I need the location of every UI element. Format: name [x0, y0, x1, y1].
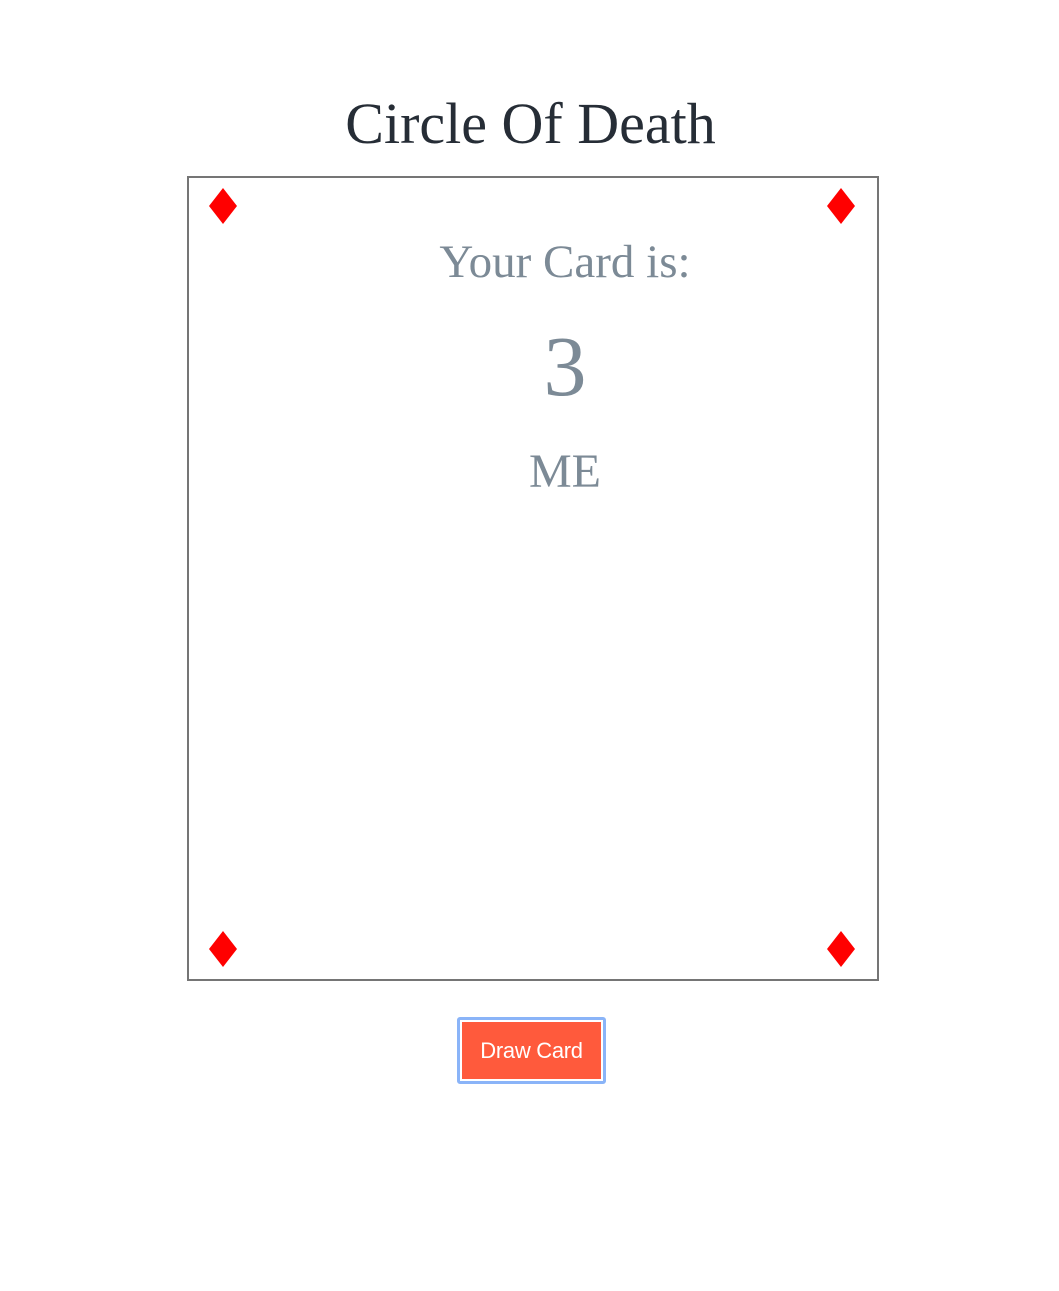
card-rule: ME [529, 445, 601, 498]
page-title: Circle Of Death [345, 91, 716, 156]
card-label: Your Card is: [439, 236, 691, 288]
draw-card-button[interactable]: Draw Card [457, 1017, 606, 1084]
draw-card-button-label: Draw Card [462, 1022, 601, 1079]
diamond-icon [827, 931, 855, 967]
diamond-icon [209, 931, 237, 967]
diamond-icon [209, 188, 237, 224]
playing-card: Your Card is: 3 ME [187, 176, 879, 981]
card-value: 3 [543, 318, 587, 414]
diamond-icon [827, 188, 855, 224]
